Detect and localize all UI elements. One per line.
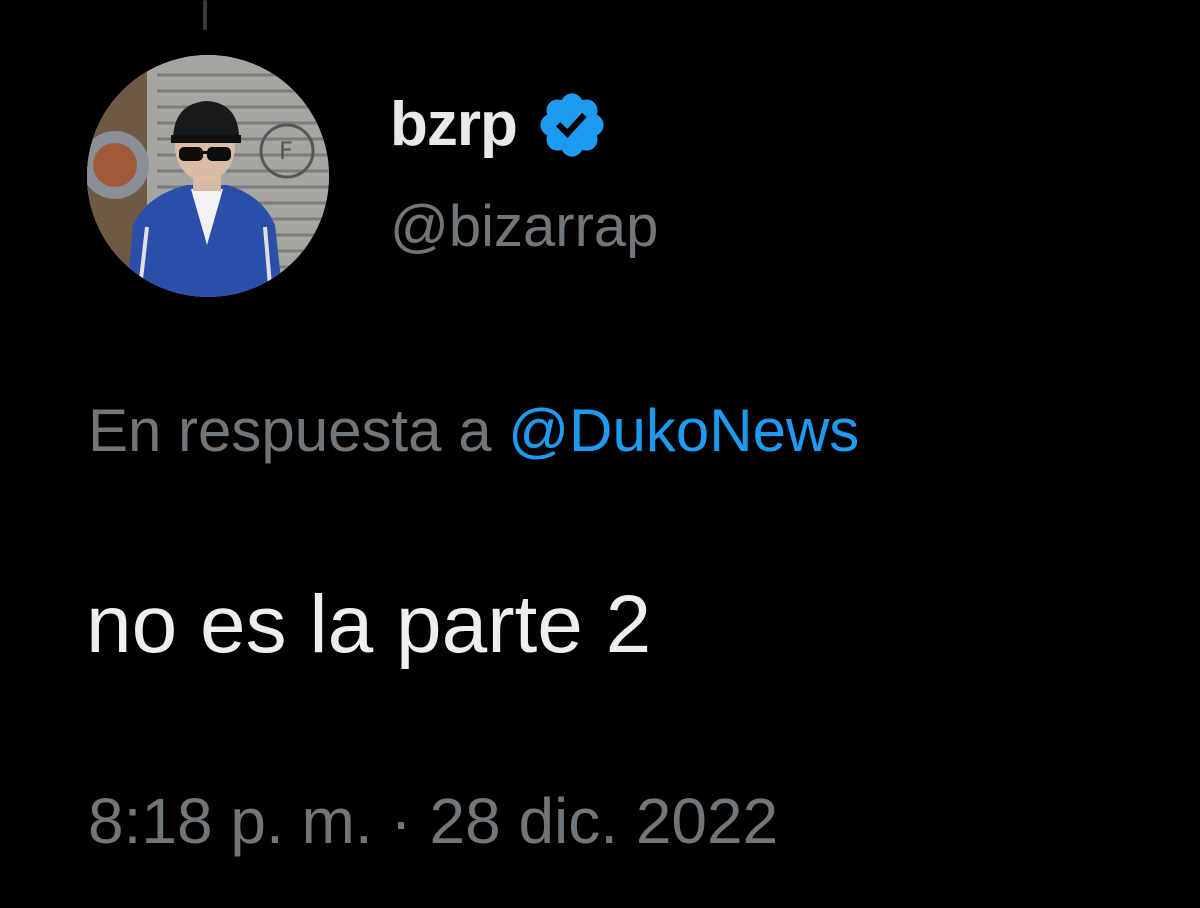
svg-text:F: F [279,137,293,165]
reply-context: En respuesta a @DukoNews [88,396,859,466]
avatar-photo: F [87,55,329,297]
reply-mention-link[interactable]: @DukoNews [508,397,859,464]
tweet-text: no es la parte 2 [86,579,652,670]
reply-prefix: En respuesta a [88,397,509,464]
author-handle[interactable]: @bizarrap [390,192,658,262]
tweet-author: bzrp [390,88,609,162]
avatar[interactable]: F [87,55,329,297]
author-display-name[interactable]: bzrp [390,90,518,160]
verified-badge-icon [535,88,609,162]
thread-connector-line [203,0,207,30]
tweet-timestamp[interactable]: 8:18 p. m. · 28 dic. 2022 [88,784,778,858]
